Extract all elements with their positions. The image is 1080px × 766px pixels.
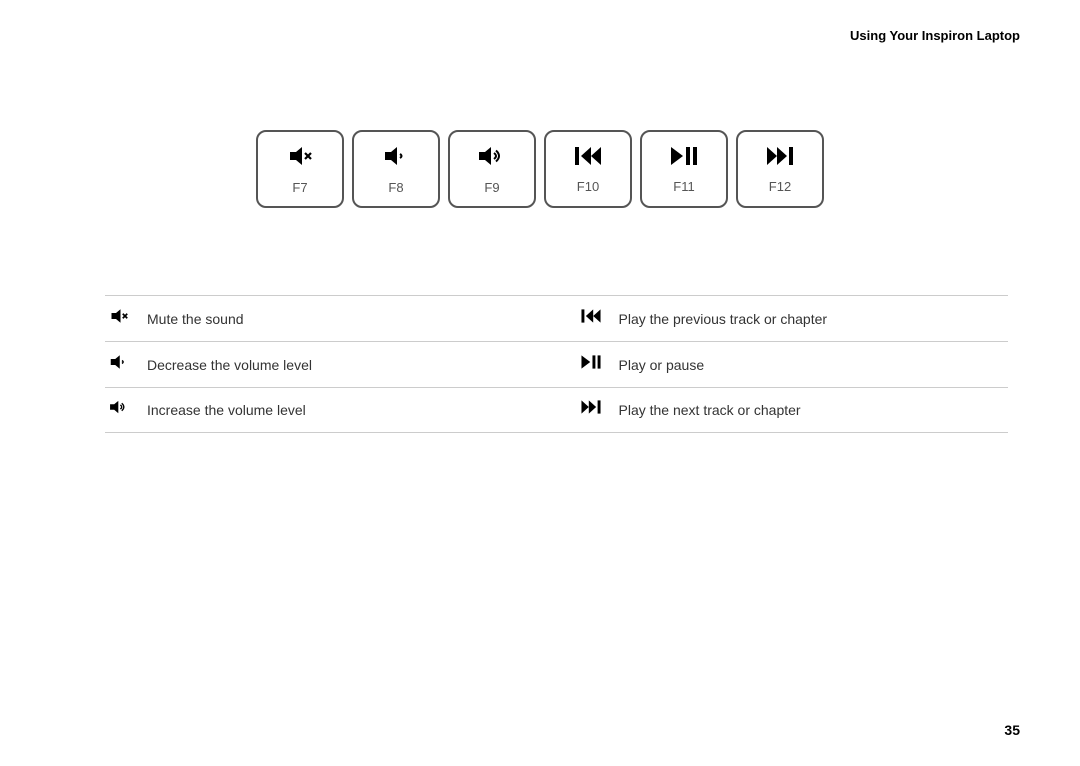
next-text: Play the next track or chapter [619, 402, 801, 418]
key-label-f11: F11 [673, 179, 694, 194]
table-row-2: Decrease the volume level Play or pause [105, 341, 1008, 387]
next-icon [765, 145, 795, 171]
play-pause-text: Play or pause [619, 357, 705, 373]
play-pause-icon [669, 145, 699, 171]
table-row-3: Increase the volume level Play the next … [105, 387, 1008, 433]
play-pause-row-icon [577, 353, 605, 377]
vol-down-row-icon [105, 353, 133, 377]
key-f11: F11 [640, 130, 728, 208]
key-box-f8: F8 [352, 130, 440, 208]
page-header-title: Using Your Inspiron Laptop [850, 28, 1020, 43]
key-label-f12: F12 [769, 179, 791, 194]
mute-row-icon [105, 307, 133, 331]
mute-text: Mute the sound [147, 311, 244, 327]
right-col-3: Play the next track or chapter [557, 398, 1009, 422]
key-f8: F8 [352, 130, 440, 208]
key-f7: F7 [256, 130, 344, 208]
right-col-2: Play or pause [557, 353, 1009, 377]
mute-icon [286, 144, 314, 172]
prev-text: Play the previous track or chapter [619, 311, 828, 327]
left-col-3: Increase the volume level [105, 398, 557, 422]
left-col-2: Decrease the volume level [105, 353, 557, 377]
key-box-f10: F10 [544, 130, 632, 208]
key-box-f11: F11 [640, 130, 728, 208]
vol-down-text: Decrease the volume level [147, 357, 312, 373]
vol-down-icon [382, 144, 410, 172]
key-f9: F9 [448, 130, 536, 208]
vol-up-text: Increase the volume level [147, 402, 306, 418]
key-label-f9: F9 [484, 180, 499, 195]
next-row-icon [577, 398, 605, 422]
key-label-f8: F8 [388, 180, 403, 195]
key-label-f7: F7 [292, 180, 307, 195]
page-number: 35 [1004, 722, 1020, 738]
key-f10: F10 [544, 130, 632, 208]
key-f12: F12 [736, 130, 824, 208]
prev-row-icon [577, 307, 605, 331]
key-box-f7: F7 [256, 130, 344, 208]
key-box-f12: F12 [736, 130, 824, 208]
keys-section: F7 F8 F9 [252, 130, 828, 208]
table-row-1: Mute the sound Play the previous track o… [105, 295, 1008, 341]
description-table: Mute the sound Play the previous track o… [105, 295, 1008, 433]
right-col-1: Play the previous track or chapter [557, 307, 1009, 331]
prev-icon [573, 145, 603, 171]
key-label-f10: F10 [577, 179, 599, 194]
left-col-1: Mute the sound [105, 307, 557, 331]
vol-up-icon [476, 144, 508, 172]
key-box-f9: F9 [448, 130, 536, 208]
vol-up-row-icon [105, 398, 133, 422]
